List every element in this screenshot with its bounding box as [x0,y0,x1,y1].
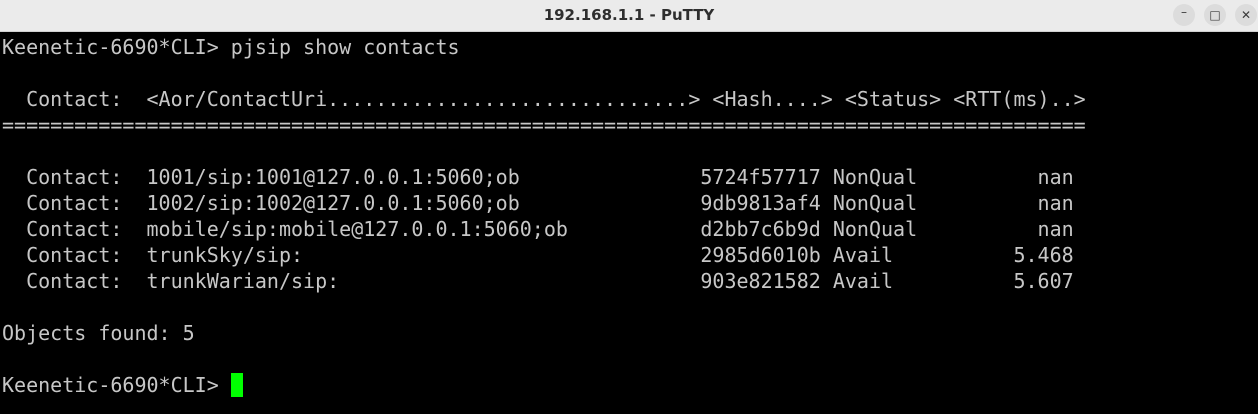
title-bar[interactable]: 192.168.1.1 - PuTTY – □ ✕ [0,0,1258,32]
minimize-glyph: – [1181,5,1187,19]
terminal-line-contact: Contact: 1002/sip:1002@127.0.0.1:5060;ob… [2,191,1074,215]
terminal-line-contact: Contact: trunkSky/sip: 2985d6010b Avail … [2,243,1074,267]
putty-window: 192.168.1.1 - PuTTY – □ ✕ Keenetic-6690*… [0,0,1258,414]
terminal-line-contact: Contact: mobile/sip:mobile@127.0.0.1:506… [2,217,1074,241]
terminal-prompt-line[interactable]: Keenetic-6690*CLI> [2,372,243,398]
text-cursor [230,373,243,397]
terminal-area[interactable]: Keenetic-6690*CLI> pjsip show contacts C… [0,32,1258,414]
terminal-line-command: Keenetic-6690*CLI> pjsip show contacts [2,35,460,59]
terminal-line-header: Contact: <Aor/ContactUri................… [2,87,1086,111]
terminal-line-separator: ========================================… [2,113,1086,137]
close-icon[interactable]: ✕ [1235,4,1257,26]
close-glyph: ✕ [1240,8,1252,22]
terminal-prompt: Keenetic-6690*CLI> [2,373,231,397]
terminal-line-contact: Contact: trunkWarian/sip: 903e821582 Ava… [2,269,1074,293]
terminal-line-summary: Objects found: 5 [2,321,195,345]
maximize-icon[interactable]: □ [1204,4,1226,26]
minimize-icon[interactable]: – [1173,4,1195,26]
window-title: 192.168.1.1 - PuTTY [543,6,715,24]
terminal-line-contact: Contact: 1001/sip:1001@127.0.0.1:5060;ob… [2,165,1074,189]
maximize-glyph: □ [1209,8,1221,22]
